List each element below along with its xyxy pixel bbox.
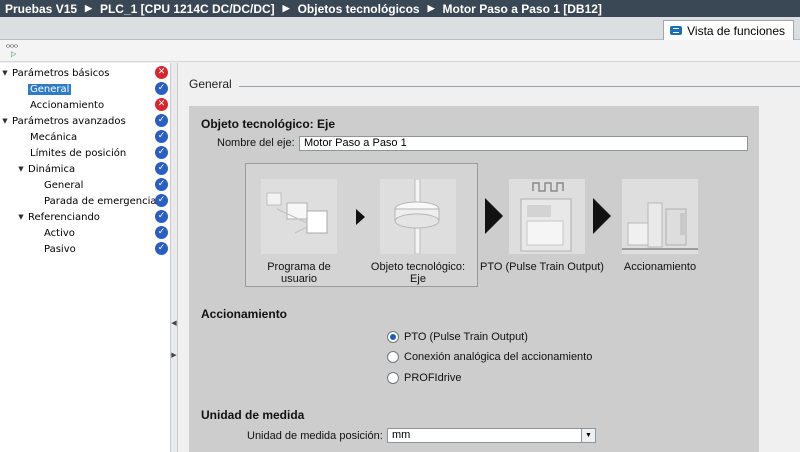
- ok-status-icon: ✓: [155, 226, 168, 239]
- nav-item-position-limits[interactable]: Límites de posición: [0, 145, 171, 161]
- ok-status-icon: ✓: [155, 210, 168, 223]
- units-heading: Unidad de medida: [201, 408, 305, 422]
- radio-label: PROFIdrive: [404, 372, 462, 384]
- axis-name-field[interactable]: Motor Paso a Paso 1: [299, 136, 748, 151]
- parameter-content: General Objeto tecnológico: Eje Nombre d…: [179, 63, 800, 452]
- expand-down-icon[interactable]: ▼: [0, 117, 10, 125]
- axis-name-label: Nombre del eje:: [217, 137, 295, 149]
- ok-status-icon: ✓: [155, 178, 168, 191]
- ok-status-icon: ✓: [155, 82, 168, 95]
- nav-item-basic-params[interactable]: ▼ Parámetros básicos: [0, 65, 171, 81]
- nav-item-mechanics[interactable]: Mecánica: [0, 129, 171, 145]
- drive-caption: Accionamiento: [623, 261, 697, 273]
- caption-line: Objeto tecnológico:: [370, 261, 466, 273]
- editor-toolbar: ᴼᴼᴼ ▷: [0, 40, 800, 62]
- radio-unselected-icon[interactable]: [387, 351, 399, 363]
- nav-item-general[interactable]: General: [0, 81, 171, 97]
- ok-status-icon: ✓: [155, 242, 168, 255]
- nav-item-advanced-params[interactable]: ▼ Parámetros avanzados: [0, 113, 171, 129]
- tab-function-view[interactable]: Vista de funciones: [663, 20, 794, 40]
- user-program-icon: [261, 179, 337, 254]
- nav-item-dynamics-general[interactable]: General: [0, 177, 171, 193]
- technology-object-icon: [380, 178, 456, 255]
- pto-caption: PTO (Pulse Train Output): [480, 261, 604, 273]
- radio-unselected-icon[interactable]: [387, 372, 399, 384]
- nav-item-label: Parámetros básicos: [12, 67, 110, 79]
- nav-item-label: Dinámica: [28, 163, 76, 175]
- tab-function-view-label: Vista de funciones: [687, 23, 785, 38]
- nav-item-label: Referenciando: [28, 211, 100, 223]
- caption-line: Eje: [410, 273, 426, 285]
- nav-item-active-homing[interactable]: Activo: [0, 225, 171, 241]
- radio-pto[interactable]: PTO (Pulse Train Output): [387, 331, 528, 343]
- section-title: General: [189, 77, 232, 91]
- technology-object-caption: Objeto tecnológico: Eje: [368, 261, 468, 285]
- nav-item-label: Límites de posición: [30, 147, 127, 159]
- radio-selected-icon[interactable]: [387, 331, 399, 343]
- nav-item-label: Pasivo: [44, 243, 76, 255]
- nav-item-label: Accionamiento: [30, 99, 105, 111]
- function-view-icon: [670, 26, 683, 35]
- view-tab-bar: Vista de funciones: [0, 17, 800, 40]
- chevron-down-icon[interactable]: ▼: [581, 429, 595, 442]
- caption-line: Programa de: [267, 261, 331, 273]
- breadcrumb-tech-objects[interactable]: Objetos tecnológicos: [298, 2, 420, 16]
- collapse-left-icon[interactable]: ◀: [171, 319, 177, 327]
- nav-item-label: Activo: [44, 227, 75, 239]
- nav-item-homing[interactable]: ▼ Referenciando: [0, 209, 171, 225]
- user-program-caption: Programa de usuario: [253, 261, 345, 285]
- error-status-icon: ✕: [155, 98, 168, 111]
- ok-status-icon: ✓: [155, 194, 168, 207]
- expand-down-icon[interactable]: ▼: [16, 165, 26, 173]
- error-status-icon: ✕: [155, 66, 168, 79]
- breadcrumb-separator-icon: ▶: [282, 3, 290, 13]
- parameter-navigation: ▼ Parámetros básicos ✕ General ✓ Acciona…: [0, 63, 171, 452]
- monitor-all-icon[interactable]: ᴼᴼᴼ ▷: [6, 44, 22, 58]
- radio-analog-drive[interactable]: Conexión analógica del accionamiento: [387, 351, 592, 363]
- radio-label: PTO (Pulse Train Output): [404, 331, 528, 343]
- object-heading: Objeto tecnológico: Eje: [201, 117, 336, 131]
- breadcrumb-plc[interactable]: PLC_1 [CPU 1214C DC/DC/DC]: [100, 2, 275, 16]
- nav-item-emergency-stop[interactable]: Parada de emergencia: [0, 193, 171, 209]
- nav-item-drive[interactable]: Accionamiento: [0, 97, 171, 113]
- position-unit-value: mm: [392, 429, 411, 441]
- caption-line: usuario: [280, 273, 318, 285]
- drive-heading: Accionamiento: [201, 307, 288, 321]
- section-divider: [239, 86, 800, 87]
- radio-profidrive[interactable]: PROFIdrive: [387, 372, 461, 384]
- nav-item-label: Mecánica: [30, 131, 78, 143]
- general-panel: Objeto tecnológico: Eje Nombre del eje: …: [189, 106, 759, 452]
- drive-icon: [622, 179, 698, 254]
- ok-status-icon: ✓: [155, 162, 168, 175]
- nav-item-label: General: [44, 179, 84, 191]
- flow-arrow-icon: [485, 198, 503, 234]
- expand-down-icon[interactable]: ▼: [0, 69, 10, 77]
- expand-down-icon[interactable]: ▼: [16, 213, 26, 221]
- nav-item-label: Parámetros avanzados: [12, 115, 126, 127]
- breadcrumb-separator-icon: ▶: [85, 3, 92, 13]
- radio-label: Conexión analógica del accionamiento: [404, 351, 593, 363]
- breadcrumb: Pruebas V15 ▶ PLC_1 [CPU 1214C DC/DC/DC]…: [0, 0, 800, 17]
- navigation-splitter[interactable]: ◀ ▶: [171, 63, 178, 452]
- pto-module-icon: [509, 179, 585, 254]
- breadcrumb-separator-icon: ▶: [427, 3, 435, 13]
- expand-right-icon[interactable]: ▶: [171, 351, 177, 359]
- ok-status-icon: ✓: [155, 114, 168, 127]
- ok-status-icon: ✓: [155, 146, 168, 159]
- flow-arrow-icon: [356, 209, 365, 225]
- breadcrumb-current: Motor Paso a Paso 1 [DB12]: [442, 1, 602, 16]
- nav-item-label: Parada de emergencia: [44, 195, 157, 207]
- flow-arrow-icon: [593, 198, 611, 234]
- nav-item-dynamics[interactable]: ▼ Dinámica: [0, 161, 171, 177]
- breadcrumb-project[interactable]: Pruebas V15: [5, 2, 77, 16]
- nav-item-label: General: [28, 83, 72, 95]
- section-title-label: General: [189, 77, 232, 91]
- position-unit-label: Unidad de medida posición:: [247, 430, 383, 442]
- position-unit-select[interactable]: mm ▼: [387, 428, 596, 443]
- ok-status-icon: ✓: [155, 130, 168, 143]
- nav-item-passive-homing[interactable]: Pasivo: [0, 241, 171, 257]
